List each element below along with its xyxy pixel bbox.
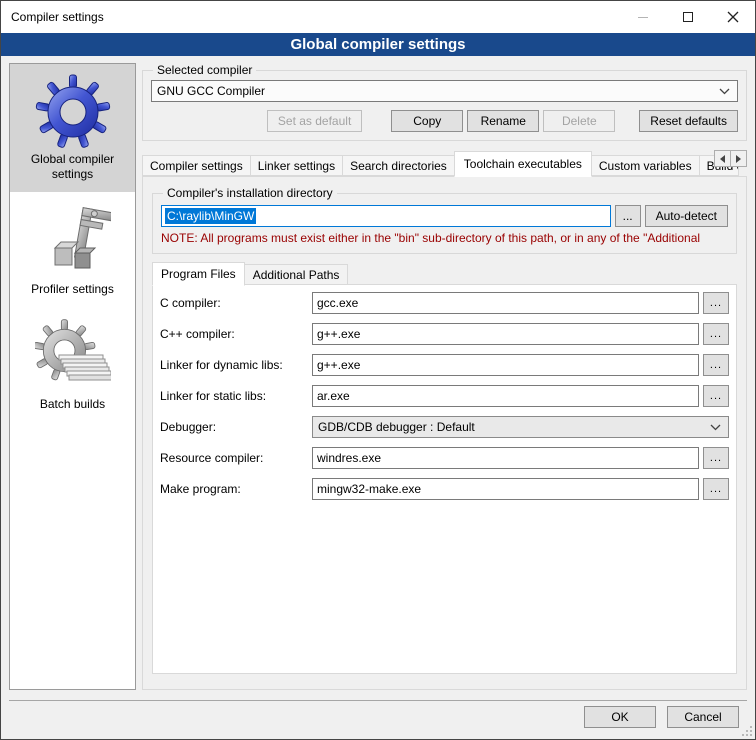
cpp-compiler-browse-button[interactable]: ... (703, 323, 729, 345)
installation-directory-value: C:\raylib\MinGW (165, 208, 256, 224)
sidebar-item-label: Profiler settings (12, 282, 133, 297)
sidebar-item-label: Global compiler settings (12, 152, 133, 182)
minimize-button[interactable] (620, 2, 665, 33)
make-program-label: Make program: (160, 482, 308, 496)
program-files-tabstrip: Program Files Additional Paths (152, 261, 737, 285)
compiler-settings-dialog: Compiler settings Global compiler settin… (0, 0, 756, 740)
chevron-down-icon (710, 424, 721, 431)
rename-button[interactable]: Rename (467, 110, 539, 132)
installation-directory-row: C:\raylib\MinGW ... Auto-detect (161, 205, 728, 227)
selected-compiler-group: Selected compiler GNU GCC Compiler Set a… (142, 63, 747, 141)
cancel-button[interactable]: Cancel (667, 706, 739, 728)
settings-category-list: Global compiler settings (9, 63, 136, 690)
window-title: Compiler settings (1, 10, 620, 24)
toolchain-executables-page: Compiler's installation directory C:\ray… (142, 176, 747, 690)
maximize-button[interactable] (665, 2, 710, 33)
chevron-down-icon (719, 88, 730, 95)
dialog-body: Global compiler settings (1, 56, 755, 700)
ok-button[interactable]: OK (584, 706, 656, 728)
main-panel: Selected compiler GNU GCC Compiler Set a… (142, 63, 747, 700)
footer: OK Cancel (1, 701, 755, 739)
resource-compiler-browse-button[interactable]: ... (703, 447, 729, 469)
settings-tabstrip: Compiler settings Linker settings Search… (142, 150, 747, 176)
make-program-browse-button[interactable]: ... (703, 478, 729, 500)
tab-search-directories[interactable]: Search directories (342, 155, 455, 176)
linker-dynamic-browse-button[interactable]: ... (703, 354, 729, 376)
cpp-compiler-label: C++ compiler: (160, 327, 308, 341)
arrow-left-icon (720, 155, 725, 163)
close-button[interactable] (710, 2, 755, 33)
note-text: NOTE: All programs must exist either in … (161, 231, 728, 245)
tab-scroll-left-button[interactable] (714, 150, 731, 167)
tab-toolchain-executables[interactable]: Toolchain executables (454, 151, 592, 177)
tab-program-files[interactable]: Program Files (152, 262, 245, 286)
selected-compiler-dropdown[interactable]: GNU GCC Compiler (151, 80, 738, 102)
debugger-dropdown[interactable]: GDB/CDB debugger : Default (312, 416, 729, 438)
titlebar[interactable]: Compiler settings (1, 1, 755, 33)
c-compiler-label: C compiler: (160, 296, 308, 310)
installation-directory-group: Compiler's installation directory C:\ray… (152, 186, 737, 254)
minimize-icon (638, 17, 648, 18)
caliper-icon (12, 202, 133, 282)
auto-detect-button[interactable]: Auto-detect (645, 205, 728, 227)
page-title: Global compiler settings (1, 33, 755, 56)
program-files-page: C compiler: ... C++ compiler: ... Linker… (152, 284, 737, 674)
installation-directory-input[interactable]: C:\raylib\MinGW (161, 205, 611, 227)
debugger-value: GDB/CDB debugger : Default (318, 420, 475, 434)
tab-additional-paths[interactable]: Additional Paths (244, 264, 349, 285)
selected-compiler-value: GNU GCC Compiler (157, 84, 265, 98)
sidebar-item-global-compiler-settings[interactable]: Global compiler settings (10, 64, 135, 192)
linker-static-label: Linker for static libs: (160, 389, 308, 403)
sidebar-item-label: Batch builds (12, 397, 133, 412)
compiler-buttons-row: Set as default Copy Rename Delete Reset … (151, 110, 738, 132)
gray-gear-papers-icon (12, 317, 133, 397)
tab-scroll-arrows (715, 150, 747, 167)
sidebar-item-profiler-settings[interactable]: Profiler settings (10, 194, 135, 307)
arrow-right-icon (736, 155, 741, 163)
tab-linker-settings[interactable]: Linker settings (250, 155, 343, 176)
cpp-compiler-input[interactable] (312, 323, 699, 345)
browse-directory-button[interactable]: ... (615, 205, 641, 227)
linker-dynamic-input[interactable] (312, 354, 699, 376)
selected-compiler-group-label: Selected compiler (153, 63, 256, 77)
debugger-label: Debugger: (160, 420, 308, 434)
c-compiler-browse-button[interactable]: ... (703, 292, 729, 314)
linker-static-browse-button[interactable]: ... (703, 385, 729, 407)
tab-custom-variables[interactable]: Custom variables (591, 155, 700, 176)
blue-gear-icon (12, 72, 133, 152)
resize-grip[interactable] (740, 724, 753, 737)
tab-compiler-settings[interactable]: Compiler settings (142, 155, 251, 176)
reset-defaults-button[interactable]: Reset defaults (639, 110, 738, 132)
linker-dynamic-label: Linker for dynamic libs: (160, 358, 308, 372)
maximize-icon (683, 12, 693, 22)
linker-static-input[interactable] (312, 385, 699, 407)
installation-directory-group-label: Compiler's installation directory (163, 186, 337, 200)
sidebar-item-batch-builds[interactable]: Batch builds (10, 309, 135, 422)
c-compiler-input[interactable] (312, 292, 699, 314)
copy-button[interactable]: Copy (391, 110, 463, 132)
close-icon (727, 11, 739, 23)
make-program-input[interactable] (312, 478, 699, 500)
tab-scroll-right-button[interactable] (730, 150, 747, 167)
resource-compiler-label: Resource compiler: (160, 451, 308, 465)
delete-button[interactable]: Delete (543, 110, 615, 132)
resource-compiler-input[interactable] (312, 447, 699, 469)
set-as-default-button[interactable]: Set as default (267, 110, 362, 132)
